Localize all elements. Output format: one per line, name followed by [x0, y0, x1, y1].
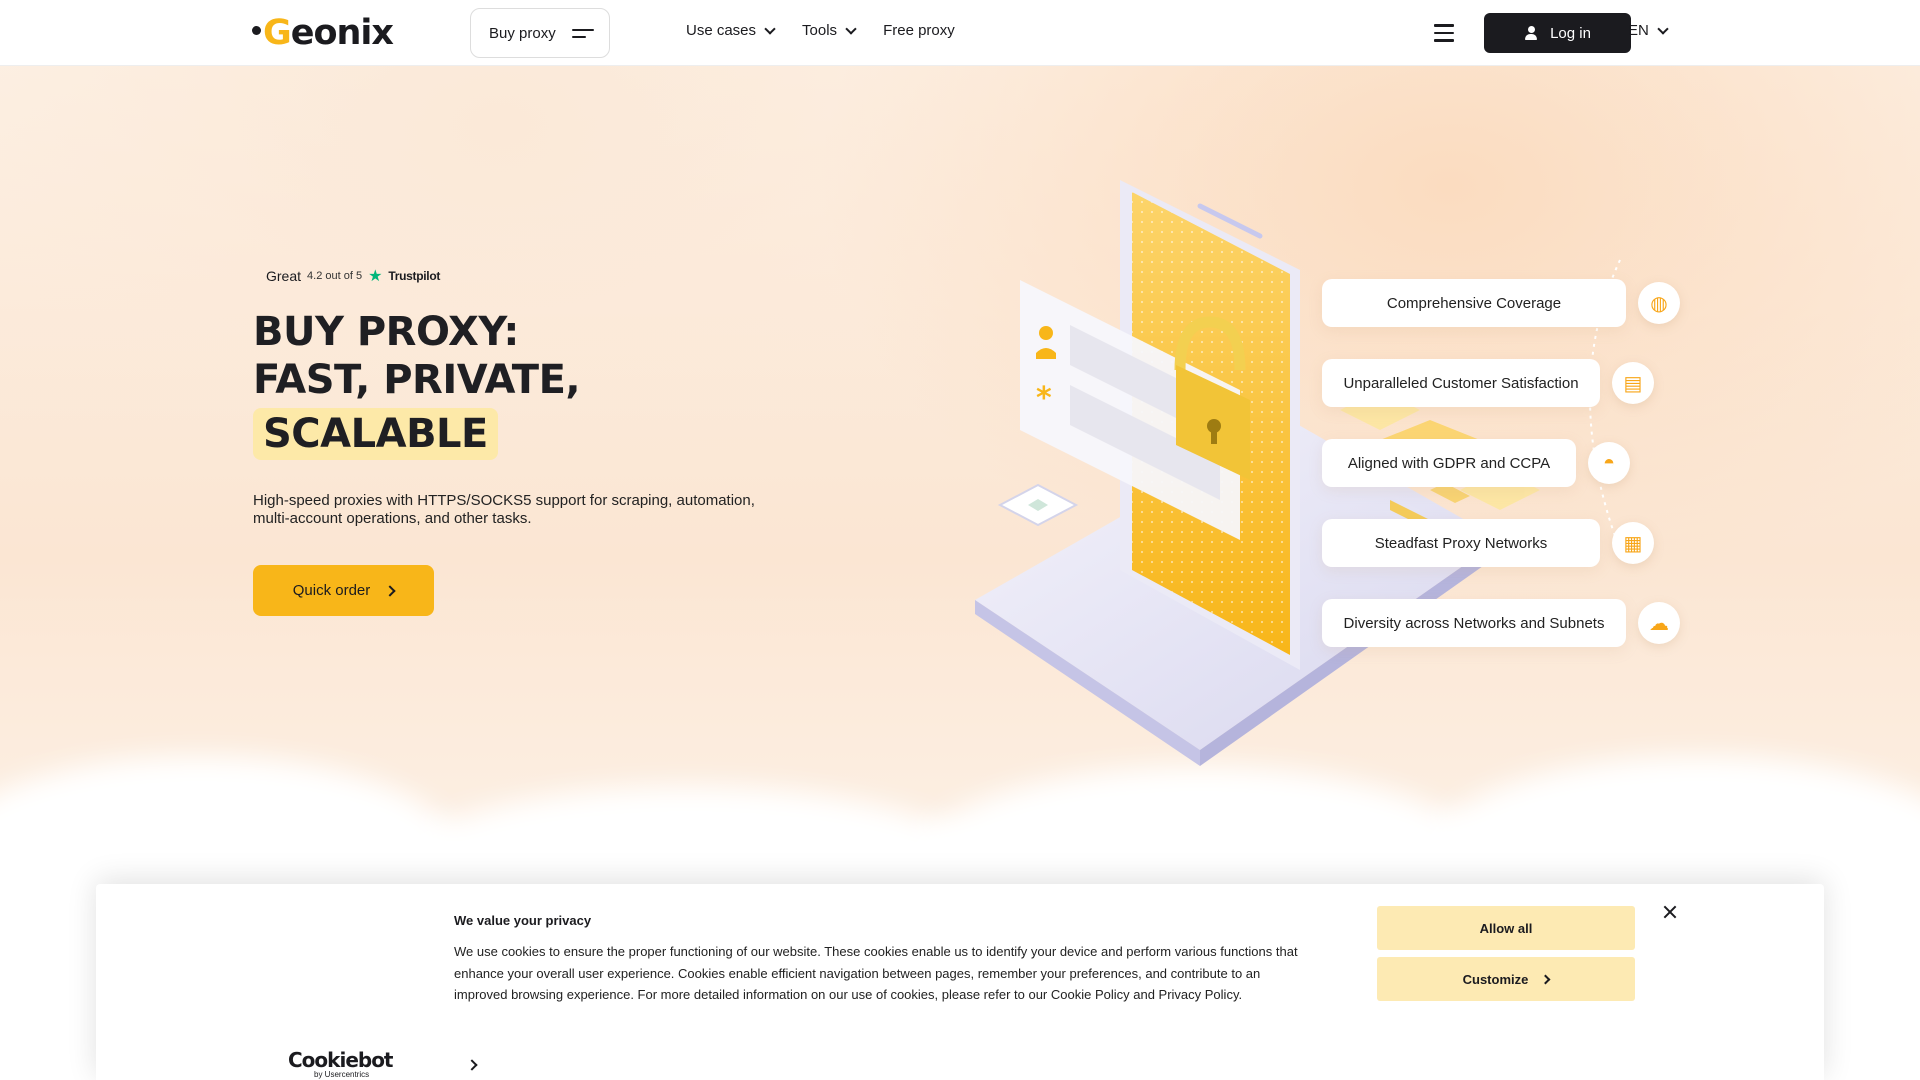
quick-order-button[interactable]: Quick order — [253, 565, 434, 616]
nav-label: Free proxy — [883, 22, 955, 39]
hero-illustration: * Comprehensive Coverage ◍ Unparalleled … — [960, 140, 1680, 780]
nav-item-free-proxy[interactable]: Free proxy — [883, 22, 955, 39]
server-icon: ▦ — [1612, 522, 1654, 564]
nav-item-tools[interactable]: Tools — [802, 22, 857, 39]
feature-label: Aligned with GDPR and CCPA — [1347, 454, 1551, 472]
headline-highlight: SCALABLE — [253, 408, 498, 460]
hero-subtext: High-speed proxies with HTTPS/SOCKS5 sup… — [253, 492, 755, 527]
svg-text:*: * — [1036, 381, 1052, 416]
chevron-down-icon — [764, 22, 776, 35]
feature-card: Aligned with GDPR and CCPA — [1322, 439, 1576, 487]
cookiebot-brand: Cookiebot — [288, 1048, 393, 1072]
language-label: EN — [1628, 22, 1649, 39]
chevron-right-icon[interactable] — [466, 1059, 478, 1071]
main-nav: Use cases Tools Free proxy — [686, 22, 955, 39]
feature-label: Diversity across Networks and Subnets — [1343, 614, 1605, 632]
buy-proxy-label: Buy proxy — [489, 24, 556, 42]
customize-label: Customize — [1462, 971, 1529, 987]
feature-card: Comprehensive Coverage — [1322, 279, 1626, 327]
feature-card: Diversity across Networks and Subnets — [1322, 599, 1626, 647]
cookiebot-logo[interactable]: Cookiebot by Usercentrics — [288, 1050, 393, 1079]
language-selector[interactable]: EN — [1628, 22, 1669, 39]
chevron-down-icon — [845, 22, 857, 35]
trustpilot-verdict: Great — [266, 268, 302, 284]
hero-headline: BUY PROXY: FAST, PRIVATE, SCALABLE — [253, 308, 581, 460]
logo-letter-g: G — [263, 13, 292, 53]
trustpilot-rating: 4.2 out of 5 — [307, 270, 363, 282]
nav-item-use-cases[interactable]: Use cases — [686, 22, 776, 39]
site-header: Geonix Buy proxy Use cases Tools Free pr… — [0, 0, 1920, 66]
logo-text: Geonix — [263, 13, 394, 53]
trustpilot-brand: Trustpilot — [388, 269, 441, 283]
cookie-body: We use cookies to ensure the proper func… — [454, 944, 1298, 1002]
incognito-icon: ◓ — [1588, 442, 1630, 484]
feature-label: Unparalleled Customer Satisfaction — [1343, 374, 1579, 392]
nav-label: Use cases — [686, 22, 757, 39]
cookie-title: We value your privacy — [454, 913, 592, 928]
chevron-right-icon — [384, 584, 396, 597]
hamburger-menu-icon[interactable] — [1434, 24, 1454, 42]
allow-all-label: Allow all — [1479, 920, 1533, 936]
headline-line-1: BUY PROXY: — [253, 309, 519, 355]
menu-lines-icon — [571, 28, 594, 38]
user-icon — [1524, 26, 1538, 40]
feature-label: Steadfast Proxy Networks — [1374, 534, 1548, 552]
buy-proxy-button[interactable]: Buy proxy — [470, 8, 610, 58]
chevron-right-icon — [1540, 974, 1551, 984]
chat-icon: ▤ — [1612, 362, 1654, 404]
trustpilot-star-icon: ★ — [368, 268, 383, 285]
close-icon[interactable] — [1660, 902, 1680, 922]
allow-all-button[interactable]: Allow all — [1377, 906, 1635, 950]
logo-letters: eonix — [290, 13, 394, 53]
cookiebot-sub: by Usercentrics — [314, 1070, 370, 1079]
feature-card: Unparalleled Customer Satisfaction — [1322, 359, 1600, 407]
trustpilot-widget[interactable]: Great 4.2 out of 5 ★ Trustpilot — [266, 266, 440, 286]
cloud-lock-icon: ☁ — [1638, 602, 1680, 644]
globe-icon: ◍ — [1638, 282, 1680, 324]
chevron-down-icon — [1657, 22, 1669, 35]
headline-line-2: FAST, PRIVATE, — [253, 357, 581, 403]
geonix-logo[interactable]: Geonix — [252, 13, 394, 53]
login-button[interactable]: Log in — [1484, 13, 1631, 53]
feature-label: Comprehensive Coverage — [1386, 294, 1562, 312]
cookie-banner: We value your privacy We use cookies to … — [96, 884, 1824, 1080]
nav-label: Tools — [802, 22, 838, 39]
logo-dot — [252, 25, 261, 35]
quick-order-label: Quick order — [292, 582, 371, 599]
customize-button[interactable]: Customize — [1377, 957, 1635, 1001]
login-label: Log in — [1550, 24, 1591, 42]
feature-card: Steadfast Proxy Networks — [1322, 519, 1600, 567]
